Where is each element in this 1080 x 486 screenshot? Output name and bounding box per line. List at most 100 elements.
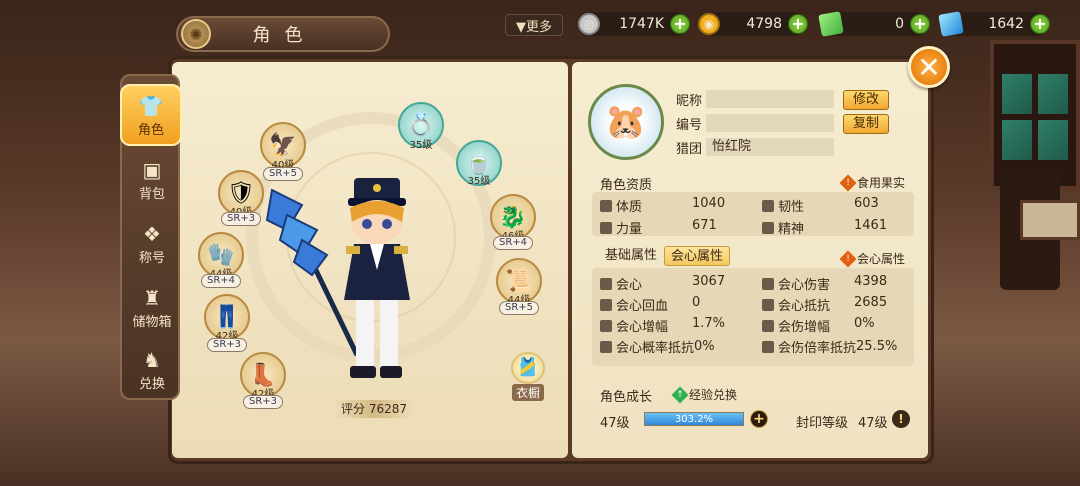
current-level: 47级 [600,416,630,431]
stat-label: 力量 [616,222,643,237]
tab-crit-attributes[interactable]: 会心属性 [664,246,730,266]
scroll-icon: 📜 [505,268,533,294]
stat-icon [600,298,612,311]
stat-label: 会心伤害 [778,278,831,293]
stat-label: 精神 [778,222,805,237]
tab-basic-attributes[interactable]: 基础属性 [598,246,664,266]
stat-constitution: 体质 [600,196,642,215]
add-silver-button[interactable]: + [670,14,690,34]
stat-label: 会心回血 [616,299,669,314]
background-window [990,40,1080,190]
stat-icon [600,199,612,212]
bag-icon: ▣ [142,157,162,182]
currency-gold-value: 4798 [746,16,782,32]
guild-label: 猎团 [676,142,703,157]
alert-icon: ! [839,174,857,191]
stat-value: 1461 [854,218,888,233]
stat-label: 会心增幅 [616,320,669,335]
stat-icon [600,277,612,290]
stat-icon [762,298,774,311]
currency-blue-gem: 1642 + [938,11,1050,37]
stat-crit-rate-resist: 会心概率抵抗 0% [600,337,715,356]
stat-spirit: 精神 [762,218,804,237]
exp-bar: 303.2% [644,412,744,426]
close-button[interactable]: ✕ [908,46,950,88]
copy-id-button[interactable]: 复制 [843,114,889,134]
wardrobe-button[interactable]: 🎽 衣橱 [508,352,548,401]
stat-label: 会心抵抗 [778,299,831,314]
helmet-icon: 🦅 [269,132,297,158]
stat-toughness: 韧性 [762,196,804,215]
stat-strength: 力量 [600,218,642,237]
exp-exchange-button[interactable]: ↑ 经验兑换 [671,386,738,403]
sidebar-item-title[interactable]: ❖ 称号 [124,212,180,274]
currency-green-gem: 0 + [818,11,930,37]
sidebar: 👕 角色 ▣ 背包 ❖ 称号 ♜ 储物箱 ♞ 兑换 [120,74,182,400]
id-field [706,114,834,132]
sidebar-item-label: 背包 [138,186,165,202]
stat-crit-resist: 会心抵抗 [762,295,830,314]
pet-icon: 🐉 [499,204,527,230]
food-fruit-button[interactable]: ! 食用果实 [839,174,906,191]
storage-icon: ♜ [143,285,161,310]
armor-icon: 👕 [138,93,164,118]
equip-rank: SR+3 [221,212,261,226]
stat-label: 会伤倍率抵抗 [778,341,857,356]
seal-level-label: 封印等级 [796,416,849,431]
seal-level-value: 47级 [858,416,888,431]
stat-value: 603 [854,196,879,211]
nickname-label: 昵称 [676,94,703,109]
title-icon: ❖ [143,221,161,246]
page-title: 角色 [252,25,317,46]
add-blue-gem-button[interactable]: + [1030,14,1050,34]
silver-coin-icon: ◎ [578,13,600,35]
wardrobe-icon: 🎽 [511,352,545,384]
green-crystal-icon [818,11,844,37]
guild-name: 怡红院 [706,138,834,156]
title-tab: ✺ 角色 [176,16,390,52]
food-fruit-label: 食用果实 [857,176,906,190]
stat-icon [762,199,774,212]
sidebar-item-character[interactable]: 👕 角色 [120,84,182,146]
equip-rank: SR+3 [207,338,247,352]
sidebar-item-exchange[interactable]: ♞ 兑换 [124,338,180,400]
exp-exchange-label: 经验兑换 [689,388,738,402]
stat-icon [600,340,612,353]
stat-crit-amp: 会心增幅 [600,316,668,335]
blue-diamond-icon [938,11,964,37]
crit-info-button[interactable]: ! 会心属性 [839,250,906,267]
currency-blue-value: 1642 [988,16,1024,32]
stat-icon [762,277,774,290]
equip-level: 35级 [409,140,433,151]
sidebar-item-storage[interactable]: ♜ 储物箱 [124,276,180,338]
stat-crit-damage: 会心伤害 [762,274,830,293]
add-exp-button[interactable]: + [750,410,768,428]
add-gold-button[interactable]: + [788,14,808,34]
currency-silver: ◎ 1747K + [578,12,690,36]
character-model [265,178,410,378]
growth-title: 角色成长 [600,390,653,405]
sidebar-item-bag[interactable]: ▣ 背包 [124,148,180,210]
staff [265,188,360,357]
stat-label: 韧性 [778,200,805,215]
wardrobe-label: 衣橱 [511,384,544,401]
gold-coin-icon: ◉ [698,13,720,35]
add-green-gem-button[interactable]: + [910,14,930,34]
sidebar-item-label: 兑换 [138,376,165,392]
stat-crit: 会心 [600,274,642,293]
crit-info-label: 会心属性 [857,252,906,266]
stat-icon [600,221,612,234]
stat-value: 0% [694,339,715,354]
edit-nickname-button[interactable]: 修改 [843,90,889,110]
boots-icon: 👢 [249,362,277,388]
stat-value: 4398 [854,274,888,289]
stat-label: 体质 [616,200,643,215]
gloves-icon: 🧤 [207,242,235,268]
seal-info-icon[interactable]: ! [892,410,910,428]
more-button[interactable]: ▼更多 [505,14,563,36]
equip-rank: SR+3 [243,395,283,409]
avatar[interactable]: 🐹 [588,84,664,160]
stat-value: 25.5% [856,339,898,354]
stat-crit-mult-resist: 会伤倍率抵抗 25.5% [762,337,897,356]
exp-percent: 303.2% [674,414,714,425]
